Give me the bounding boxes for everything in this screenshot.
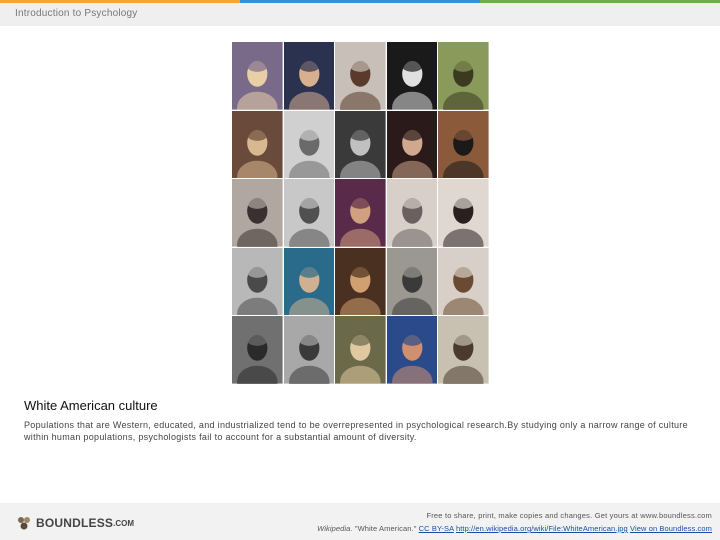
- view-on-boundless-link[interactable]: View on Boundless.com: [630, 524, 712, 533]
- portrait-tile: [438, 179, 489, 247]
- caption-title: White American culture: [24, 398, 158, 413]
- portrait-tile: [438, 42, 489, 110]
- portrait-tile: [335, 110, 386, 179]
- portrait-tile: [232, 42, 283, 110]
- source-quote: "White American.": [352, 524, 419, 533]
- license-link[interactable]: CC BY-SA: [419, 524, 454, 533]
- portrait-tile: [232, 179, 283, 247]
- portrait-tile: [335, 179, 386, 247]
- portrait-tile: [232, 247, 283, 316]
- portrait-tile: [335, 316, 386, 384]
- source-name: Wikipedia.: [317, 524, 353, 533]
- share-notice: Free to share, print, make copies and ch…: [426, 511, 712, 520]
- portrait-tile: [438, 316, 489, 384]
- slide-footer: BOUNDLESS .COM Free to share, print, make…: [0, 503, 720, 540]
- attribution-line: Wikipedia. "White American." CC BY-SA ht…: [317, 524, 712, 533]
- portrait-tile: [232, 316, 283, 384]
- logo-suffix: .COM: [113, 518, 135, 528]
- portrait-tile: [283, 316, 335, 384]
- slide-header: Introduction to Psychology: [0, 3, 720, 26]
- portrait-tile: [386, 42, 438, 110]
- portrait-tile: [283, 247, 335, 316]
- source-url-link[interactable]: http://en.wikipedia.org/wiki/File:WhiteA…: [456, 524, 628, 533]
- logo-text: BOUNDLESS: [36, 516, 114, 530]
- portrait-tile: [283, 179, 335, 247]
- course-title: Introduction to Psychology: [15, 8, 138, 19]
- boundless-logo[interactable]: BOUNDLESS .COM: [16, 516, 134, 530]
- portrait-tile: [283, 42, 335, 110]
- portrait-mosaic-image: [232, 42, 489, 384]
- portrait-tile: [232, 110, 283, 179]
- portrait-tile: [386, 179, 438, 247]
- caption-text: Populations that are Western, educated, …: [24, 420, 688, 442]
- portrait-tile: [386, 247, 438, 316]
- portrait-tile: [335, 247, 386, 316]
- boundless-logo-icon: [18, 517, 30, 530]
- portrait-tile: [386, 110, 438, 179]
- portrait-tile: [438, 247, 489, 316]
- portrait-tile: [438, 110, 489, 179]
- portrait-tile: [386, 316, 438, 384]
- portrait-tile: [335, 42, 386, 110]
- portrait-tile: [283, 110, 335, 179]
